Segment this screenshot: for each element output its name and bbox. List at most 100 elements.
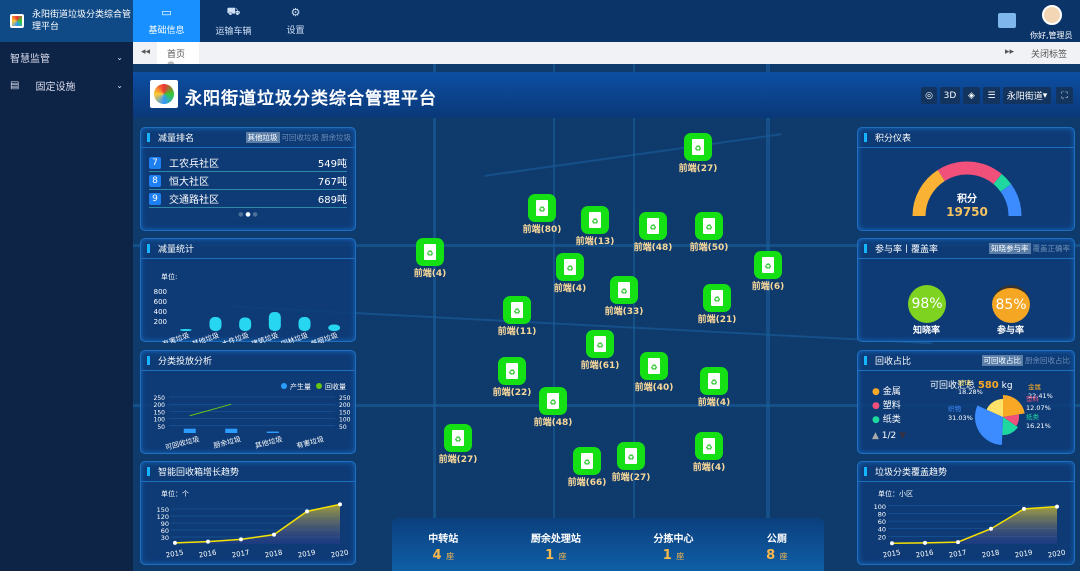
reduction-stats-panel: 减量统计 单位: 200 400 600 800 有害垃圾 其他垃圾 大件垃圾 建筑垃圾 园林垃圾餐… bbox=[140, 238, 356, 348]
recycle-bin-marker[interactable] bbox=[684, 133, 712, 161]
stat-toilet: 公厕 8 座 bbox=[766, 530, 788, 571]
tab-other-waste[interactable]: 其他垃圾 bbox=[245, 132, 280, 143]
avatar[interactable] bbox=[1042, 5, 1062, 25]
tab-vehicles[interactable]: ⛟ 运输车辆 bbox=[200, 0, 267, 42]
recycle-bin-marker[interactable] bbox=[640, 352, 668, 380]
logo-icon bbox=[10, 14, 24, 28]
tab-basic-info[interactable]: ▭ 基础信息 bbox=[133, 0, 200, 42]
recycle-bin-marker[interactable] bbox=[498, 357, 526, 385]
close-tabs-button[interactable]: 关闭标签 bbox=[1031, 47, 1067, 60]
bar bbox=[268, 312, 281, 331]
recycle-bin-marker[interactable] bbox=[586, 330, 614, 358]
x-tick-label: 2015 bbox=[882, 549, 901, 560]
rank-number: 8 bbox=[149, 174, 161, 187]
data-point bbox=[923, 540, 927, 545]
y-tick-label: 800 bbox=[154, 288, 167, 296]
3d-button[interactable]: 3D bbox=[940, 87, 960, 104]
marker-label: 前端(21) bbox=[697, 315, 737, 325]
recycle-bin-marker[interactable] bbox=[695, 212, 723, 240]
bar bbox=[209, 317, 222, 331]
y-tick-label: 80 bbox=[878, 510, 886, 518]
legend-marker bbox=[281, 383, 287, 389]
reduction-rank-panel: 减量排名 其他垃圾 可回收垃圾 厨余垃圾 7 工农兵社区 549吨 8 恒大社区 767吨 9… bbox=[140, 127, 356, 231]
recycle-bin-marker[interactable] bbox=[416, 238, 444, 266]
marker-label: 前端(27) bbox=[678, 164, 718, 174]
recycle-bin-marker[interactable] bbox=[700, 367, 728, 395]
bar bbox=[328, 324, 341, 331]
toolbox-icon[interactable] bbox=[998, 13, 1016, 28]
data-point bbox=[338, 502, 342, 507]
stat-kitchen-station: 厨余处理站 1 座 bbox=[531, 530, 581, 571]
x-tick-label: 2016 bbox=[915, 548, 934, 559]
rank-row: 9 交通路社区 689吨 bbox=[149, 190, 347, 208]
compass-icon[interactable]: ◎ bbox=[921, 87, 937, 104]
district-select[interactable]: 永阳街道 ▾ bbox=[1003, 87, 1051, 104]
tab-label: 设置 bbox=[286, 26, 305, 36]
recycle-bin-marker[interactable] bbox=[503, 296, 531, 324]
recycle-bin-marker[interactable] bbox=[610, 276, 638, 304]
tab-home[interactable]: 首页 ● bbox=[157, 42, 199, 70]
list-icon[interactable]: ☰ bbox=[983, 87, 1000, 104]
marker-label: 前端(4) bbox=[553, 284, 587, 294]
pagination-dots[interactable]: ● ● ● bbox=[141, 211, 355, 218]
tab-coverage-rate[interactable]: 覆盖正确率 bbox=[1033, 243, 1071, 254]
y-tick-label-right: 200 bbox=[339, 402, 351, 409]
x-tick-label: 2019 bbox=[1014, 549, 1033, 560]
data-point bbox=[173, 540, 177, 545]
marker-label: 前端(80) bbox=[522, 225, 562, 235]
awareness-rate-ball: 98% bbox=[908, 285, 946, 323]
x-tick-label: 2018 bbox=[264, 549, 283, 560]
panel-title: 回收占比 bbox=[875, 357, 912, 367]
sidebar-item-label: 固定设施 bbox=[35, 81, 76, 93]
recycle-bin-marker[interactable] bbox=[539, 387, 567, 415]
recycle-bin-marker[interactable] bbox=[444, 424, 472, 452]
scroll-left-icon[interactable]: ◂◂ bbox=[141, 47, 150, 57]
recycle-bin-marker[interactable] bbox=[695, 432, 723, 460]
recycle-bin-marker[interactable] bbox=[617, 442, 645, 470]
slice-percent: 12.07% bbox=[1026, 404, 1051, 412]
tab-settings[interactable]: ⚙ 设置 bbox=[262, 0, 329, 42]
truck-icon: ⛟ bbox=[226, 5, 241, 18]
recycle-bin-marker[interactable] bbox=[556, 253, 584, 281]
rank-name: 交通路社区 bbox=[169, 195, 219, 206]
recycle-ratio-panel: 回收占比 可回收占比 厨余回收占比 ● 金属 ● 塑料 ● 纸类 ▲ 1/2 ▼ 可… bbox=[857, 350, 1075, 454]
y-tick-label: 200 bbox=[154, 402, 166, 409]
sidebar-item-fixed-facilities[interactable]: ▤ 固定设施 ⌄ bbox=[0, 71, 133, 99]
tabs-bar: ◂◂ 首页 ● ▸▸ 关闭标签 bbox=[133, 42, 1080, 70]
stat-transfer-station: 中转站 4 座 bbox=[428, 530, 458, 571]
recycle-bin-marker[interactable] bbox=[528, 194, 556, 222]
slice-name: 纸类 bbox=[1026, 412, 1040, 421]
marker-label: 前端(27) bbox=[611, 473, 651, 483]
fullscreen-icon[interactable]: ⛶ bbox=[1056, 87, 1073, 104]
recycle-bin-marker[interactable] bbox=[581, 206, 609, 234]
data-point bbox=[1022, 506, 1026, 511]
tab-recyclable[interactable]: 可回收垃圾 bbox=[282, 132, 320, 143]
y-tick-label: 100 bbox=[874, 503, 886, 511]
data-point bbox=[272, 532, 276, 537]
marker-label: 前端(48) bbox=[533, 418, 573, 428]
tab-home-label: 首页 bbox=[167, 50, 186, 60]
recycle-bin-marker[interactable] bbox=[754, 251, 782, 279]
stat-unit: 座 bbox=[779, 552, 788, 561]
marker-label: 前端(6) bbox=[751, 282, 785, 292]
tab-label: 基础信息 bbox=[148, 26, 185, 36]
legend-marker bbox=[316, 383, 322, 389]
tab-recyclable-ratio[interactable]: 可回收占比 bbox=[981, 355, 1023, 366]
recycle-bin-marker[interactable] bbox=[639, 212, 667, 240]
recycle-bin-marker[interactable] bbox=[703, 284, 731, 312]
marker-label: 前端(11) bbox=[497, 327, 537, 337]
marker-label: 前端(27) bbox=[438, 455, 478, 465]
x-tick-label: 2017 bbox=[231, 549, 250, 560]
bar bbox=[225, 428, 238, 433]
marker-label: 前端(48) bbox=[633, 243, 673, 253]
scroll-right-icon[interactable]: ▸▸ bbox=[1005, 47, 1014, 57]
tab-awareness-rate[interactable]: 知晓参与率 bbox=[989, 243, 1031, 254]
tab-kitchen[interactable]: 厨余垃圾 bbox=[321, 132, 351, 143]
x-tick-label: 有害垃圾 bbox=[295, 434, 324, 450]
x-tick-label: 2018 bbox=[981, 549, 1000, 560]
tab-kitchen-ratio[interactable]: 厨余回收占比 bbox=[1025, 355, 1070, 366]
layers-icon[interactable]: ◈ bbox=[963, 87, 980, 104]
recycle-pie-chart: 金属22.41%塑料12.07%纸类16.21%织物31.03%玻璃18.28% bbox=[948, 378, 1053, 445]
sidebar-item-smart-supervision[interactable]: 智慧监管 ⌄ bbox=[0, 43, 133, 71]
recycle-bin-marker[interactable] bbox=[573, 447, 601, 475]
